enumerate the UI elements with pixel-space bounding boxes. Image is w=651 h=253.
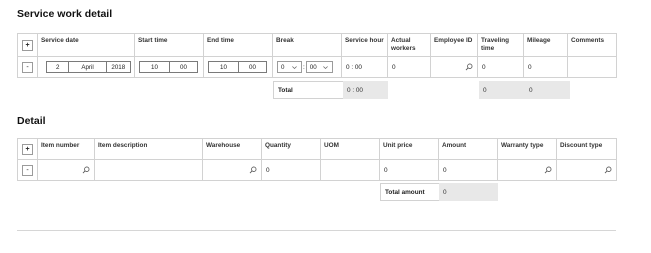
actual-workers-input[interactable]: 0: [387, 56, 431, 78]
service-date-year[interactable]: 2018: [105, 62, 130, 72]
bottom-divider: [17, 230, 616, 231]
end-time-picker[interactable]: 10 00: [208, 61, 267, 73]
service-hour-value: 0 : 00: [341, 56, 388, 78]
header-item-description: Item description: [94, 138, 203, 160]
service-row: - 2 April 2018 10 00 10 00 0 : 00 0: 00…: [17, 56, 617, 78]
start-time-picker[interactable]: 10 00: [139, 61, 198, 73]
header-comments: Comments: [567, 33, 617, 57]
header-end-time: End time: [203, 33, 273, 57]
detail-total-label-cell: Total amount: [380, 183, 439, 201]
warranty-type-input[interactable]: [499, 161, 556, 180]
service-date-picker[interactable]: 2 April 2018: [46, 61, 131, 73]
header-uom: UOM: [320, 138, 380, 160]
search-icon[interactable]: [82, 166, 90, 174]
service-work-table: + Service date Start time End time Break…: [17, 33, 617, 78]
detail-row: - 0 0 0: [17, 159, 617, 181]
header-amount: Amount: [438, 138, 498, 160]
header-traveling-time: Traveling time: [477, 33, 524, 57]
header-quantity: Quantity: [261, 138, 321, 160]
service-date-day[interactable]: 2: [47, 62, 68, 72]
add-detail-row-button[interactable]: +: [22, 143, 33, 155]
break-separator: :: [303, 63, 305, 71]
chevron-down-icon: [322, 65, 328, 69]
detail-total-label: Total amount: [385, 188, 425, 196]
service-total-label-cell: Total: [273, 81, 343, 99]
header-mileage: Mileage: [523, 33, 568, 57]
header-service-hour: Service hour: [341, 33, 388, 57]
service-total-hours: 0 : 00: [343, 81, 388, 99]
break-hour-select[interactable]: 0: [277, 61, 302, 73]
detail-table: + Item number Item description Warehouse…: [17, 138, 617, 181]
search-icon[interactable]: [544, 166, 552, 174]
start-time-hour[interactable]: 10: [140, 62, 169, 72]
service-total-mileage: 0: [525, 81, 570, 99]
header-warranty-type: Warranty type: [497, 138, 557, 160]
header-unit-price: Unit price: [379, 138, 439, 160]
start-time-minute[interactable]: 00: [168, 62, 197, 72]
header-item-number: Item number: [37, 138, 95, 160]
end-time-minute[interactable]: 00: [237, 62, 266, 72]
detail-title: Detail: [17, 115, 46, 127]
header-actual-workers: Actual workers: [387, 33, 431, 57]
discount-type-input[interactable]: [558, 161, 616, 180]
header-employee-id: Employee ID: [430, 33, 478, 57]
header-start-time: Start time: [134, 33, 204, 57]
item-description-input[interactable]: [94, 159, 203, 181]
search-icon[interactable]: [465, 63, 473, 71]
unit-price-input[interactable]: 0: [379, 159, 439, 181]
traveling-time-input[interactable]: 0: [477, 56, 524, 78]
header-discount-type: Discount type: [556, 138, 617, 160]
remove-detail-row-button[interactable]: -: [22, 164, 33, 176]
header-service-date: Service date: [37, 33, 135, 57]
detail-total-amount: 0: [439, 183, 498, 201]
employee-id-input[interactable]: [432, 58, 477, 77]
service-work-detail-title: Service work detail: [17, 8, 113, 20]
comments-input[interactable]: [567, 56, 617, 78]
break-minute-select[interactable]: 00: [305, 61, 333, 73]
quantity-input[interactable]: 0: [261, 159, 321, 181]
amount-value: 0: [438, 159, 498, 181]
service-total-traveling-time: 0: [479, 81, 525, 99]
end-time-hour[interactable]: 10: [209, 62, 238, 72]
uom-input[interactable]: [320, 159, 380, 181]
chevron-down-icon: [292, 65, 297, 69]
mileage-input[interactable]: 0: [523, 56, 568, 78]
item-number-input[interactable]: [39, 161, 94, 180]
add-service-row-button[interactable]: +: [22, 39, 33, 51]
warehouse-input[interactable]: [204, 161, 261, 180]
search-icon[interactable]: [604, 166, 612, 174]
header-warehouse: Warehouse: [202, 138, 262, 160]
search-icon[interactable]: [249, 166, 257, 174]
remove-service-row-button[interactable]: -: [22, 61, 33, 73]
header-break: Break: [272, 33, 342, 57]
service-total-label: Total: [278, 86, 293, 94]
service-date-month[interactable]: April: [68, 62, 105, 72]
